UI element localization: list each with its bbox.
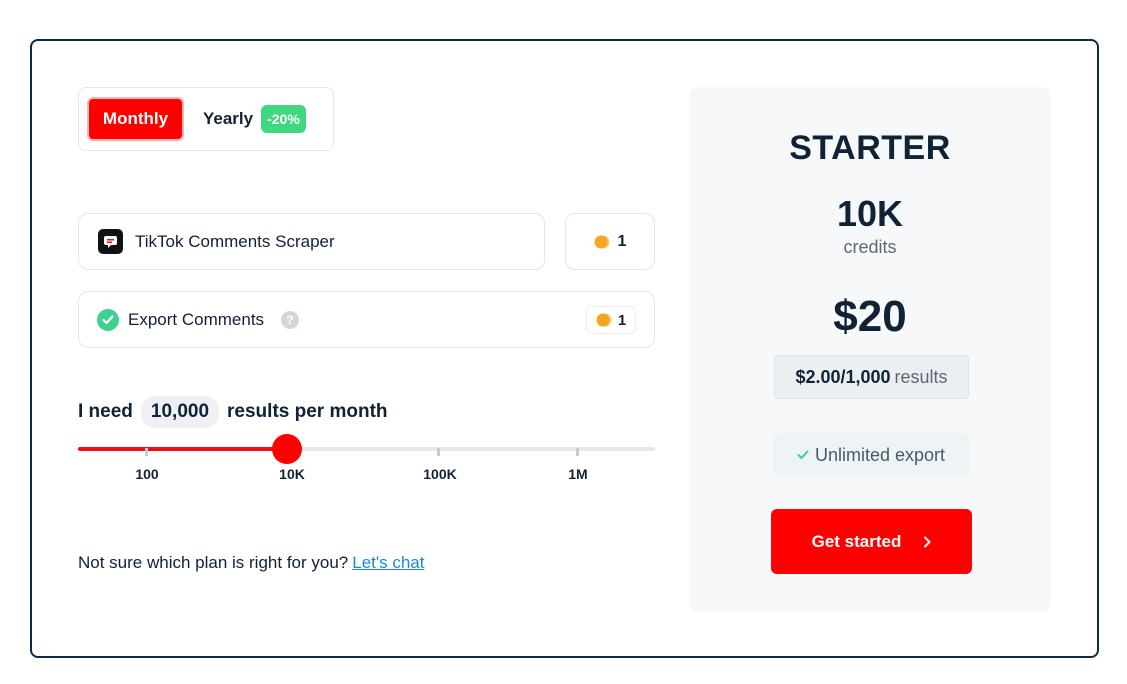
plan-price: $20: [833, 292, 907, 341]
price-per-result: $2.00/1,000 results: [774, 355, 969, 399]
plan-credits-unit: credits: [843, 237, 897, 257]
plan-credits: 10K: [836, 193, 904, 234]
coin-icon: [594, 234, 610, 250]
coin-icon: [596, 312, 612, 328]
discount-badge: -20%: [261, 105, 306, 133]
tiktok-comments-app-icon: [98, 229, 123, 254]
check-circle-icon: [97, 308, 119, 331]
checkmark-icon: [797, 450, 809, 459]
feature-badge: Unlimited export: [773, 433, 969, 477]
slider-tick-label: 10K: [279, 466, 305, 482]
export-row: Export Comments ? 1: [78, 291, 655, 348]
billing-toggle: Monthly Yearly -20%: [78, 87, 334, 151]
actor-credit-value: 1: [617, 232, 627, 250]
slider-tick-label: 1M: [568, 466, 588, 482]
usage-value: 10,000: [140, 396, 220, 428]
plan-name: STARTER: [789, 129, 951, 167]
yearly-button[interactable]: Yearly -20%: [203, 102, 306, 136]
slider-tick: [145, 448, 148, 456]
export-credit-value: 1: [617, 311, 627, 329]
lets-chat-link[interactable]: Let's chat: [352, 553, 424, 572]
feature-label: Unlimited export: [814, 444, 946, 465]
pricing-card: Monthly Yearly -20% TikTok Comments Scra…: [30, 39, 1099, 658]
usage-suffix: results per month: [227, 401, 388, 422]
price-per-unit: results: [894, 366, 948, 387]
help-text: Not sure which plan is right for you? Let…: [78, 553, 424, 573]
usage-prefix: I need: [78, 401, 133, 422]
slider-tick-label: 100: [135, 466, 159, 482]
monthly-button[interactable]: Monthly: [87, 97, 184, 141]
export-credits: 1: [586, 306, 636, 334]
help-icon[interactable]: ?: [281, 310, 300, 329]
actor-credits: 1: [565, 213, 655, 270]
price-per-amount: $2.00/1,000: [795, 366, 891, 387]
help-question: Not sure which plan is right for you?: [78, 553, 349, 572]
results-slider[interactable]: [78, 434, 655, 464]
get-started-label: Get started: [811, 531, 902, 551]
usage-line: I need 10,000 results per month: [78, 396, 388, 428]
chevron-right-icon: [924, 536, 931, 547]
actor-row: TikTok Comments Scraper: [78, 213, 545, 270]
actor-name: TikTok Comments Scraper: [135, 231, 335, 251]
slider-fill: [78, 447, 287, 451]
slider-tick-label: 100K: [423, 466, 457, 482]
yearly-label: Yearly: [203, 109, 254, 128]
export-label: Export Comments: [128, 309, 265, 329]
slider-tick: [437, 448, 440, 456]
slider-tick: [576, 448, 579, 456]
get-started-button[interactable]: Get started: [771, 509, 972, 574]
slider-handle[interactable]: [272, 434, 302, 464]
plan-panel: STARTER 10K credits $20 $2.00/1,000 resu…: [689, 87, 1051, 613]
